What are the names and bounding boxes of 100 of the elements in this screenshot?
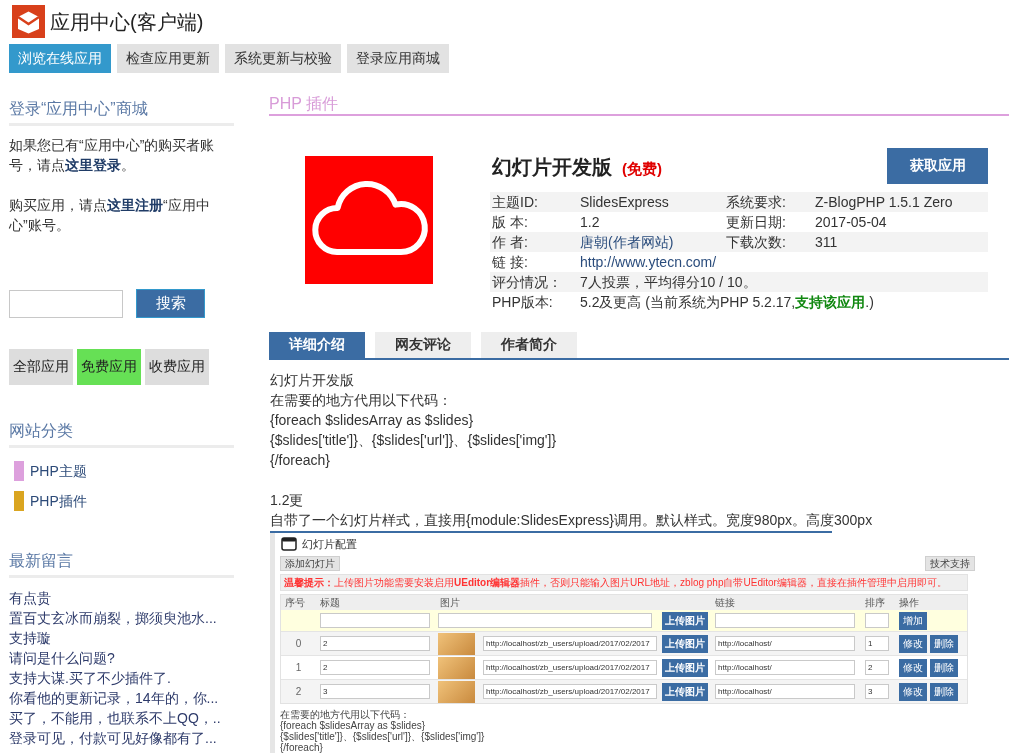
description-line: 自带了一个幻灯片样式，直接用{module:SlidesExpress}调用。默认样式。宽度980px。高度300px bbox=[269, 511, 873, 530]
app-title: 应用中心(客户端) bbox=[50, 9, 204, 35]
filter-button[interactable]: 免费应用 bbox=[77, 349, 141, 385]
detail-label: 作 者: bbox=[491, 233, 528, 252]
upload-button[interactable]: 上传图片 bbox=[662, 658, 708, 677]
screenshot-title: 幻灯片配置 bbox=[302, 536, 357, 552]
message-link[interactable]: 置百丈玄冰而崩裂，掷须臾池水... bbox=[9, 608, 217, 628]
detail-value: SlidesExpress bbox=[580, 193, 669, 212]
delete-button[interactable]: 删除 bbox=[930, 658, 958, 677]
search-button[interactable]: 搜索 bbox=[136, 289, 205, 318]
detail-value: 7人投票，平均得分10 / 10。 bbox=[580, 273, 757, 292]
description-line: {$slides['title']}、{$slides['url']}、{$slides['img']} bbox=[269, 431, 557, 450]
section-heading: 网站分类 bbox=[9, 422, 73, 439]
edit-button[interactable]: 修改 bbox=[899, 634, 927, 653]
detail-label: 系统要求: bbox=[725, 193, 786, 212]
row-number: 2 bbox=[295, 686, 302, 697]
edit-button[interactable]: 修改 bbox=[899, 682, 927, 701]
delete-button[interactable]: 删除 bbox=[930, 682, 958, 701]
tab[interactable]: 网友评论 bbox=[375, 332, 471, 358]
tab[interactable]: 详细介绍 bbox=[269, 332, 365, 358]
login-text: 购买应用，请点这里注册“应用中心”账号。 bbox=[9, 196, 211, 235]
image-url-field[interactable]: http://localhost/zb_users/upload/2017/02/2017 bbox=[483, 660, 657, 675]
category-link[interactable]: PHP主题 bbox=[30, 461, 87, 481]
photo-placeholder bbox=[438, 656, 475, 679]
section-heading: PHP 插件 bbox=[269, 95, 339, 112]
order-field[interactable]: 3 bbox=[865, 684, 889, 699]
message-link[interactable]: 支持大谋.买了不少插件了. bbox=[9, 668, 171, 688]
nav-button[interactable]: 检查应用更新 bbox=[117, 44, 219, 73]
tab[interactable]: 作者简介 bbox=[481, 332, 577, 358]
detail-label: 版 本: bbox=[491, 213, 528, 232]
login-link[interactable]: 这里注册 bbox=[107, 197, 163, 213]
delete-button[interactable]: 删除 bbox=[930, 634, 958, 653]
login-link[interactable]: 这里登录 bbox=[65, 157, 121, 173]
image-url-field[interactable]: http://localhost/zb_users/upload/2017/02/2017 bbox=[483, 684, 657, 699]
description-line: {/foreach} bbox=[269, 451, 330, 470]
order-field[interactable]: 1 bbox=[865, 636, 889, 651]
upload-button[interactable]: 上传图片 bbox=[662, 682, 708, 701]
section-heading: 登录“应用中心”商城 bbox=[9, 100, 148, 117]
order-field[interactable] bbox=[865, 613, 889, 628]
title-field[interactable]: 2 bbox=[320, 636, 430, 651]
detail-link[interactable]: http://www.ytecn.com/ bbox=[580, 252, 717, 272]
detail-value: 2017-05-04 bbox=[815, 213, 887, 232]
column-header: 标题 bbox=[319, 595, 340, 610]
description-line: 1.2更 bbox=[269, 491, 304, 510]
category-link[interactable]: PHP插件 bbox=[30, 491, 87, 511]
add-button[interactable]: 增加 bbox=[899, 611, 927, 630]
description-line: {foreach $slidesArray as $slides} bbox=[269, 411, 474, 430]
upload-button[interactable]: 上传图片 bbox=[662, 634, 708, 653]
column-header: 链接 bbox=[714, 595, 735, 610]
window-icon bbox=[281, 537, 297, 551]
search-field[interactable] bbox=[9, 289, 123, 318]
column-header: 操作 bbox=[898, 595, 919, 610]
code-line: {$slides['title']}、{$slides['url']}、{$slides['img']} bbox=[280, 731, 485, 742]
title-field[interactable]: 2 bbox=[320, 660, 430, 675]
description-line: 在需要的地方代用以下代码： bbox=[269, 391, 452, 410]
code-line: {/foreach} bbox=[280, 742, 323, 753]
detail-label: 主题ID: bbox=[491, 193, 538, 212]
link-field[interactable]: http://localhost/ bbox=[715, 684, 855, 699]
detail-value: 5.2及更高 (当前系统为PHP 5.2.17,支持该应用.) bbox=[580, 293, 874, 312]
filter-button[interactable]: 全部应用 bbox=[9, 349, 73, 385]
image-url-field[interactable] bbox=[438, 613, 652, 628]
link-field[interactable]: http://localhost/ bbox=[715, 636, 855, 651]
detail-label: 评分情况： bbox=[491, 273, 562, 292]
notice-text: 温馨提示：上传图片功能需要安装启用UEditor编辑器插件，否则只能输入图片URL地址，zblog php自带UEditor编辑器，直接在插件管理中启用即可。 bbox=[284, 577, 947, 588]
support-button[interactable]: 技术支持 bbox=[925, 555, 975, 571]
link-field[interactable] bbox=[715, 613, 855, 628]
photo-placeholder bbox=[438, 680, 475, 703]
detail-value: Z-BlogPHP 1.5.1 Zero bbox=[815, 193, 953, 212]
image-url-field[interactable]: http://localhost/zb_users/upload/2017/02/2017 bbox=[483, 636, 657, 651]
detail-label: 下载次数: bbox=[725, 233, 786, 252]
message-link[interactable]: 买了，不能用，也联系不上QQ，.. bbox=[9, 708, 221, 728]
message-link[interactable]: 登录可见，付款可见好像都有了... bbox=[9, 728, 217, 748]
box-icon bbox=[12, 5, 45, 38]
app-name: 幻灯片开发版 bbox=[492, 155, 612, 180]
row-number: 1 bbox=[295, 662, 302, 673]
login-text: 如果您已有“应用中心”的购买者账号，请点这里登录。 bbox=[9, 136, 216, 175]
title-field[interactable]: 3 bbox=[320, 684, 430, 699]
get-app-button[interactable]: 获取应用 bbox=[887, 148, 988, 184]
link-field[interactable]: http://localhost/ bbox=[715, 660, 855, 675]
message-link[interactable]: 支持璇 bbox=[9, 628, 51, 648]
order-field[interactable]: 2 bbox=[865, 660, 889, 675]
message-link[interactable]: 你看他的更新记录，14年的，你... bbox=[9, 688, 219, 708]
filter-button[interactable]: 收费应用 bbox=[145, 349, 209, 385]
column-header: 序号 bbox=[284, 595, 305, 610]
edit-button[interactable]: 修改 bbox=[899, 658, 927, 677]
section-heading: 最新留言 bbox=[9, 552, 73, 569]
detail-value: 1.2 bbox=[580, 213, 600, 232]
add-slide-button[interactable]: 添加幻灯片 bbox=[280, 555, 340, 571]
detail-link[interactable]: 唐朝(作者网站) bbox=[580, 232, 674, 252]
message-link[interactable]: 有点贵 bbox=[9, 588, 51, 608]
detail-label: 更新日期: bbox=[725, 213, 786, 232]
code-line: 在需要的地方代用以下代码： bbox=[280, 709, 410, 720]
photo-placeholder bbox=[438, 632, 475, 655]
code-line: {foreach $slidesArray as $slides} bbox=[280, 720, 426, 731]
column-header: 排序 bbox=[864, 595, 885, 610]
nav-button[interactable]: 登录应用商城 bbox=[347, 44, 449, 73]
message-link[interactable]: 请问是什么问题? bbox=[9, 648, 115, 668]
upload-button[interactable]: 上传图片 bbox=[662, 611, 708, 630]
title-field[interactable] bbox=[320, 613, 430, 628]
nav-button[interactable]: 系统更新与校验 bbox=[225, 44, 341, 73]
